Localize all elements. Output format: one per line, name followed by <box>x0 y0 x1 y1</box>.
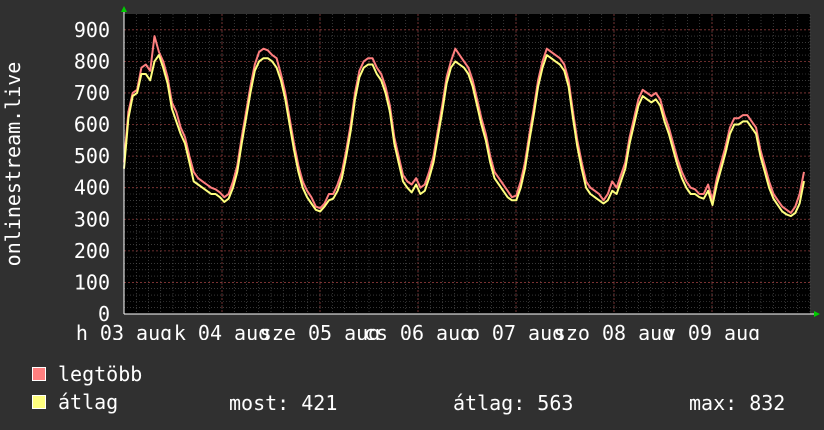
legend-swatch-max <box>32 367 46 381</box>
x-tick-label: cs 06 aug <box>364 321 472 340</box>
chart-root: 0 100 200 300 400 500 600 700 800 900 h 03 aug k 04… <box>0 0 824 430</box>
legend-swatch-avg <box>32 395 46 409</box>
x-tick-label: k 04 aug <box>174 321 270 340</box>
legend-label-max: legtöbb <box>58 362 143 386</box>
y-tick-label: 800 <box>74 49 110 73</box>
stat-current: most: 421 <box>229 391 338 415</box>
y-tick-label: 600 <box>74 113 110 137</box>
chart-svg: 0100200300400500600700800900h 03 aug k 04… <box>1 6 820 340</box>
y-tick-label: 100 <box>74 270 110 294</box>
legend-item-avg: átlag <box>32 390 119 414</box>
x-tick-label: sze 05 aug <box>260 321 380 340</box>
y-tick-label: 200 <box>74 239 110 263</box>
y-tick-label: 500 <box>74 144 110 168</box>
x-tick-label: p 07 aug <box>468 321 564 340</box>
x-tick-label: szo 08 aug <box>554 321 674 340</box>
x-tick-label: h 03 aug <box>76 321 172 340</box>
y-tick-label: 400 <box>74 176 110 200</box>
y-tick-label: 900 <box>74 18 110 42</box>
stat-average: átlag: 563 <box>453 391 574 415</box>
y-axis-label: onlinestream.live <box>1 62 25 267</box>
legend-label-avg: átlag <box>58 390 119 414</box>
legend-item-max: legtöbb <box>32 362 143 386</box>
y-tick-label: 300 <box>74 207 110 231</box>
y-axis-arrow-icon <box>121 6 127 12</box>
x-tick-label: v 09 aug <box>664 321 760 340</box>
x-axis-arrow-icon <box>814 311 820 317</box>
stat-maximum: max: 832 <box>689 391 786 415</box>
y-tick-label: 700 <box>74 81 110 105</box>
